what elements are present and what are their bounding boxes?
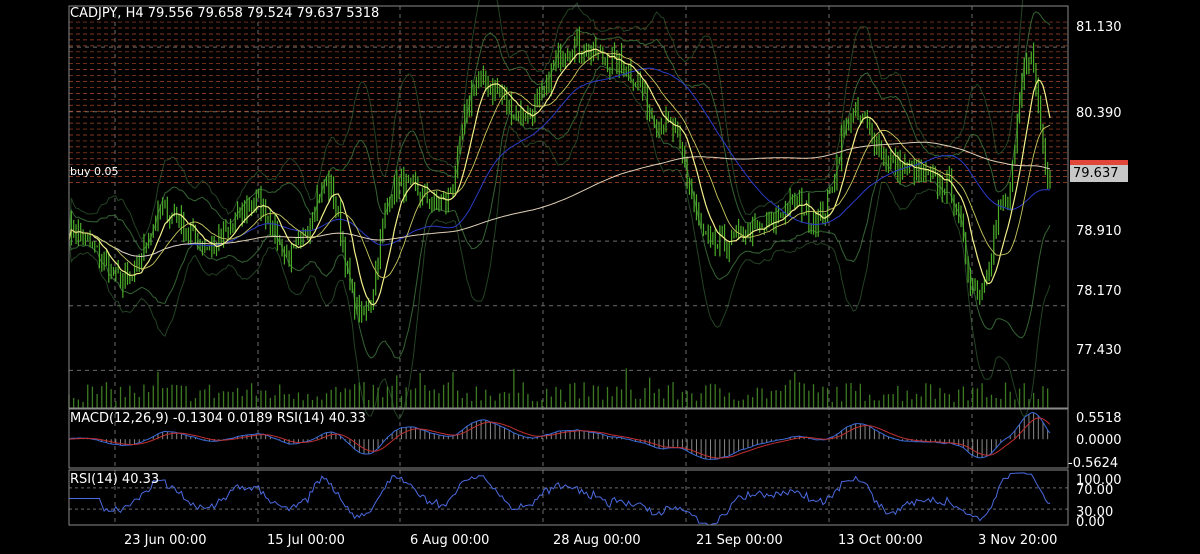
rsi-label: RSI(14) 40.33 xyxy=(70,472,160,487)
price-axis-label: 77.430 xyxy=(1076,343,1122,358)
chart-canvas[interactable] xyxy=(0,0,1200,554)
bollinger-band xyxy=(68,0,1024,240)
time-axis-label: 13 Oct 00:00 xyxy=(838,533,923,548)
price-candles xyxy=(70,26,1051,323)
envelope-bands xyxy=(68,0,1051,420)
panel-frame xyxy=(68,5,1069,409)
rsi-panel xyxy=(69,472,1068,526)
bollinger-band xyxy=(68,11,1051,251)
rsi-axis-label: 70.00 xyxy=(1076,483,1114,498)
time-axis-label: 3 Nov 20:00 xyxy=(978,533,1058,548)
rsi-axis-label: 0.00 xyxy=(1076,515,1105,530)
price-axis-label: 78.910 xyxy=(1076,224,1122,239)
panel-frame xyxy=(68,469,1069,526)
time-axis-label: 21 Sep 00:00 xyxy=(696,533,783,548)
time-axis-label: 6 Aug 00:00 xyxy=(410,533,490,548)
time-axis-label: 15 Jul 00:00 xyxy=(267,533,345,548)
symbol-header: CADJPY, H4 79.556 79.658 79.524 79.637 5… xyxy=(70,6,380,21)
ma-slow xyxy=(68,141,1051,258)
bollinger-band xyxy=(68,65,1051,359)
macd-axis-label: -0.5624 xyxy=(1068,456,1119,471)
time-axis-label: 28 Aug 00:00 xyxy=(553,533,641,548)
time-axis-label: 23 Jun 00:00 xyxy=(124,533,207,548)
macd-label: MACD(12,26,9) -0.1304 0.0189 RSI(14) 40.… xyxy=(70,411,366,426)
price-axis-label: 78.170 xyxy=(1076,284,1122,299)
current-price-tag: 79.637 xyxy=(1070,165,1128,182)
macd-axis-label: 0.0000 xyxy=(1076,433,1122,448)
macd-axis-label: 0.5518 xyxy=(1076,411,1122,426)
order-label: buy 0.05 xyxy=(70,165,119,178)
rsi-line xyxy=(69,472,1051,526)
price-axis-label: 81.130 xyxy=(1076,20,1122,35)
volume-bars xyxy=(68,368,1049,408)
price-axis-label: 80.390 xyxy=(1076,106,1122,121)
